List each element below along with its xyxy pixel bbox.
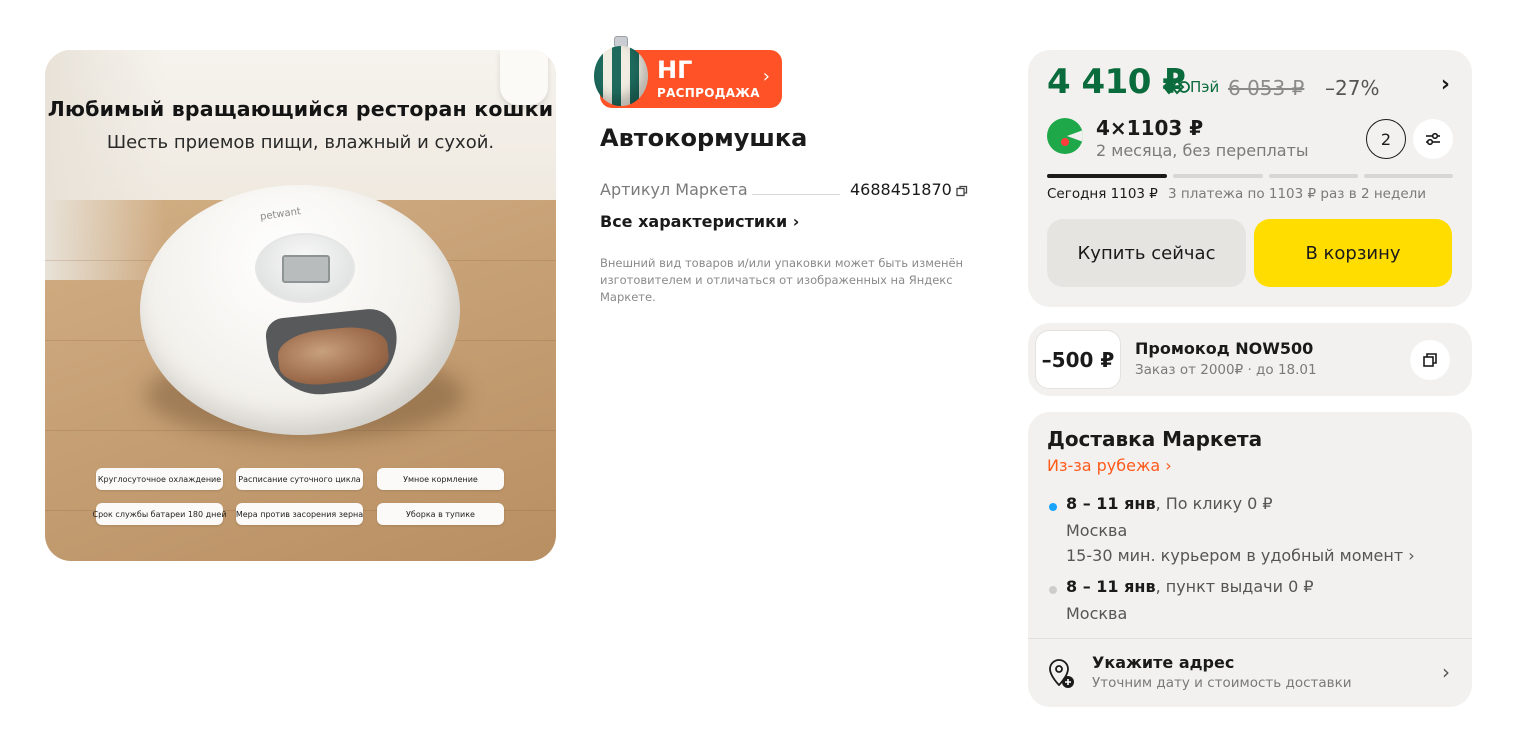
installment-quantity-button[interactable]: 2	[1366, 119, 1406, 159]
payment-step	[1047, 174, 1168, 178]
delivery-bullet	[1049, 586, 1057, 594]
feeder-food	[275, 323, 391, 389]
new-year-sale-badge[interactable]: НГ РАСПРОДАЖА ›	[594, 36, 782, 108]
pay-label: Пэй	[1190, 78, 1220, 96]
promo-conditions: Заказ от 2000₽ · до 18.01	[1135, 362, 1317, 378]
delivery-method: , По клику 0 ₽	[1155, 494, 1273, 513]
copy-icon	[1423, 353, 1437, 367]
feature-chip: Уборка в тупике	[377, 503, 504, 525]
old-price: 6 053 ₽	[1228, 76, 1305, 100]
image-subline: Шесть приемов пищи, влажный и сухой.	[106, 132, 495, 153]
feeder-screen	[282, 255, 330, 283]
address-subtitle: Уточним дату и стоимость доставки	[1092, 675, 1352, 691]
buy-now-button[interactable]: Купить сейчас	[1047, 219, 1246, 287]
split-logo-mouth	[1067, 128, 1083, 144]
feeder-bowl	[264, 306, 402, 400]
feature-chip: Умное кормление	[377, 468, 504, 490]
divider	[1028, 638, 1472, 639]
discount-percent: –27%	[1325, 76, 1380, 100]
price-card: 4 410 ₽ Пэй 6 053 ₽ –27% › 4×1103 ₽ 2 ме…	[1028, 50, 1472, 307]
split-logo-icon	[1047, 118, 1083, 154]
sku-value: 4688451870	[850, 180, 952, 199]
feature-chip: Срок службы батареи 180 дней	[93, 503, 227, 525]
delivery-city: Москва	[1066, 521, 1128, 540]
product-image[interactable]: Любимый вращающийся ресторан кошки Шесть…	[45, 50, 556, 561]
feature-chip: Мера против засорения зерна	[236, 503, 363, 525]
promo-code-title: Промокод NOW500	[1135, 339, 1314, 358]
price-details-chevron[interactable]: ›	[1441, 72, 1450, 97]
delivery-method: , пункт выдачи 0 ₽	[1155, 577, 1314, 596]
delivery-option-line: 8 – 11 янв, По клику 0 ₽	[1066, 494, 1273, 513]
delivery-note[interactable]: 15-30 мин. курьером в удобный момент ›	[1066, 546, 1415, 565]
add-to-cart-button[interactable]: В корзину	[1254, 219, 1452, 287]
payment-step	[1268, 174, 1358, 178]
sale-badge-subtitle: РАСПРОДАЖА	[657, 86, 760, 100]
delivery-origin-link[interactable]: Из-за рубежа ›	[1047, 456, 1172, 475]
address-title[interactable]: Укажите адрес	[1092, 653, 1234, 672]
image-headline: Любимый вращающийся ресторан кошки	[47, 97, 554, 121]
ornament-icon	[592, 36, 650, 108]
delivery-card: Доставка Маркета Из-за рубежа › 8 – 11 я…	[1028, 412, 1472, 707]
delivery-dates: 8 – 11 янв	[1066, 494, 1156, 513]
disclaimer-text: Внешний вид товаров и/или упаковки может…	[600, 256, 964, 304]
copy-promo-button[interactable]	[1410, 340, 1450, 380]
copy-icon[interactable]	[956, 185, 968, 197]
delivery-option-pickup[interactable]: 8 – 11 янв, пункт выдачи 0 ₽ Москва	[1047, 577, 1457, 627]
sliders-icon	[1426, 132, 1440, 146]
delivery-option-courier[interactable]: 8 – 11 янв, По клику 0 ₽ Москва 15-30 ми…	[1047, 494, 1457, 574]
feature-chip: Круглосуточное охлаждение	[96, 468, 223, 490]
promo-card[interactable]: –500 ₽ Промокод NOW500 Заказ от 2000₽ · …	[1028, 323, 1472, 396]
split-logo-dot	[1061, 138, 1069, 146]
promo-amount: –500 ₽	[1035, 330, 1121, 389]
chevron-right-icon[interactable]: ›	[1442, 660, 1450, 684]
payment-step	[1173, 174, 1263, 178]
payment-today: Сегодня 1103 ₽	[1047, 186, 1158, 202]
delivery-option-line: 8 – 11 янв, пункт выдачи 0 ₽	[1066, 577, 1314, 596]
image-shadow	[45, 50, 165, 280]
delivery-title: Доставка Маркета	[1047, 427, 1263, 451]
delivery-bullet	[1049, 503, 1057, 511]
ornament-ball	[594, 46, 648, 106]
installment-settings-button[interactable]	[1413, 119, 1453, 159]
feeder-lid	[255, 233, 355, 303]
location-pin-icon	[1049, 659, 1074, 688]
feeder-brand: petwant	[259, 206, 302, 223]
payment-schedule-progress	[1047, 174, 1454, 178]
installment-terms: 2 месяца, без переплаты	[1096, 141, 1309, 160]
sku-leader-line	[752, 194, 840, 195]
sale-badge-title: НГ	[657, 56, 693, 84]
feature-chip: Расписание суточного цикла	[236, 468, 363, 490]
payment-rest: 3 платежа по 1103 ₽ раз в 2 недели	[1168, 186, 1427, 202]
payment-step	[1363, 174, 1454, 178]
chevron-right-icon: ›	[762, 66, 770, 87]
sku-row: Артикул Маркета 4688451870	[600, 180, 980, 202]
delivery-dates: 8 – 11 янв	[1066, 577, 1156, 596]
installment-amount[interactable]: 4×1103 ₽	[1096, 116, 1203, 140]
delivery-city: Москва	[1066, 604, 1128, 623]
pay-icon	[1162, 79, 1190, 95]
sku-label: Артикул Маркета	[600, 180, 748, 199]
feeder-illustration: petwant	[140, 185, 460, 435]
all-specs-link[interactable]: Все характеристики ›	[600, 212, 799, 231]
product-title: Автокормушка	[600, 124, 808, 152]
